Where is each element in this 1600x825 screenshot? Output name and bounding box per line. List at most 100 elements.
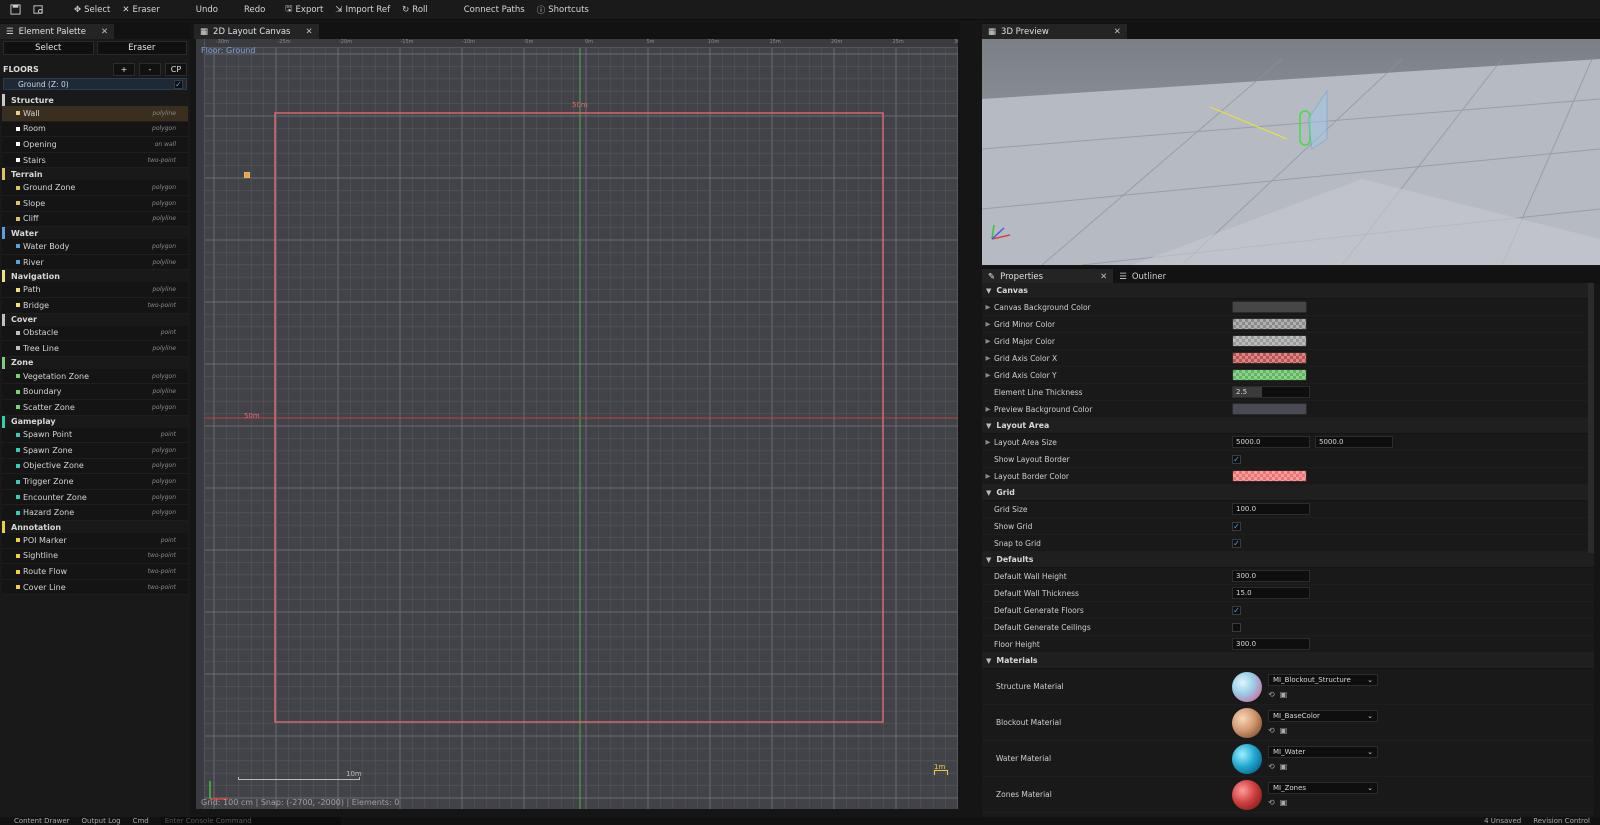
roll-button[interactable]: ↻ Roll [396,0,434,20]
expand-icon[interactable]: ▶ [982,438,994,446]
section-layout-area[interactable]: ▼ Layout Area [982,418,1594,434]
tab-element-palette[interactable]: ☰ Element Palette ✕ [0,24,115,39]
palette-item-water-body[interactable]: Water Body polygon [2,239,188,255]
palette-eraser-button[interactable]: Eraser [96,41,187,55]
expand-icon[interactable]: ▶ [982,320,994,328]
export-button[interactable]: 🖫 Export [279,0,329,20]
properties-scrollbar[interactable] [1588,283,1594,553]
palette-item-river[interactable]: River polyline [2,254,188,271]
expand-icon[interactable]: ▶ [982,303,994,311]
reset-icon[interactable]: ⟲ [1268,798,1275,807]
color-swatch[interactable] [1232,369,1307,381]
tab-3d-preview[interactable]: ▦ 3D Preview ✕ [982,24,1127,39]
redo-button[interactable]: Redo [238,0,271,20]
revision-control-button[interactable]: Revision Control [1533,817,1590,825]
palette-item-scatter-zone[interactable]: Scatter Zone polygon [2,399,188,416]
number-input-y[interactable]: 5000.0 [1315,436,1393,448]
copy-floor-button[interactable]: CP [165,63,187,76]
material-dropdown[interactable]: MI_BaseColor ⌄ [1268,710,1378,722]
section-materials[interactable]: ▼ Materials [982,653,1594,669]
material-thumbnail[interactable] [1232,671,1262,702]
reset-icon[interactable]: ⟲ [1268,762,1275,771]
checkbox[interactable]: ✓ [1232,605,1241,615]
content-drawer-button[interactable]: Content Drawer [14,817,70,825]
palette-item-spawn-zone[interactable]: Spawn Zone polygon [2,443,188,459]
palette-item-room[interactable]: Room polygon [2,121,188,138]
remove-floor-button[interactable]: - [139,63,161,76]
console-input[interactable]: Enter Console Command [160,817,341,825]
layout-canvas[interactable]: -30m -25m -20m -15m -10m -5m 0m 5m 10m 15m 20m 25m 3… [196,39,958,809]
floor-row-ground[interactable]: Ground (Z: 0) ✓ [3,78,187,90]
palette-item-wall[interactable]: Wall polyline [2,106,188,122]
expand-icon[interactable]: ▶ [982,354,994,362]
browse-icon[interactable]: ▣ [1280,762,1288,771]
palette-item-sightline[interactable]: Sightline two-point [2,548,188,565]
palette-item-opening[interactable]: Opening on wall [2,137,188,153]
save-icon[interactable] [0,0,27,20]
close-icon[interactable]: ✕ [101,27,108,37]
palette-item-spawn-point[interactable]: Spawn Point point [2,427,188,444]
checkbox[interactable]: ✓ [1232,521,1241,531]
palette-item-encounter-zone[interactable]: Encounter Zone polygon [2,489,188,506]
palette-item-trigger-zone[interactable]: Trigger Zone polygon [2,474,188,490]
number-input-x[interactable]: 5000.0 [1232,436,1310,448]
expand-icon[interactable]: ▶ [982,472,994,480]
color-swatch[interactable] [1232,470,1307,482]
number-input[interactable]: 100.0 [1232,503,1310,515]
palette-item-objective-zone[interactable]: Objective Zone polygon [2,458,188,475]
import-ref-button[interactable]: ⇲ Import Ref [329,0,396,20]
tab-properties[interactable]: ✎ Properties ✕ [982,269,1114,284]
material-thumbnail[interactable] [1232,707,1262,738]
select-tool-button[interactable]: ✥ Select [68,0,116,20]
color-swatch[interactable] [1232,403,1307,415]
checkbox[interactable]: ✓ [1232,538,1241,548]
color-swatch[interactable] [1232,301,1307,313]
palette-item-slope[interactable]: Slope polygon [2,195,188,212]
eraser-tool-button[interactable]: ✕ Eraser [116,0,165,20]
number-input[interactable]: 300.0 [1232,638,1310,650]
spawn-point-marker[interactable] [244,172,250,178]
color-swatch[interactable] [1232,352,1307,364]
expand-icon[interactable]: ▶ [982,405,994,413]
palette-item-hazard-zone[interactable]: Hazard Zone polygon [2,505,188,522]
palette-item-bridge[interactable]: Bridge two-point [2,297,188,314]
connect-paths-button[interactable]: Connect Paths [458,0,531,20]
expand-icon[interactable]: ▶ [982,371,994,379]
palette-select-button[interactable]: Select [3,41,94,55]
palette-item-poi-marker[interactable]: POI Marker point [2,533,188,549]
unsaved-indicator[interactable]: 4 Unsaved [1484,817,1521,825]
material-thumbnail[interactable] [1232,779,1262,810]
browse-icon[interactable]: ▣ [1280,690,1288,699]
palette-item-vegetation-zone[interactable]: Vegetation Zone polygon [2,368,188,385]
checkbox[interactable]: ✓ [1232,454,1241,464]
browse-icon[interactable]: ▣ [1280,798,1288,807]
expand-icon[interactable]: ▶ [982,337,994,345]
palette-item-cliff[interactable]: Cliff polyline [2,211,188,228]
palette-item-ground-zone[interactable]: Ground Zone polygon [2,180,188,196]
material-thumbnail[interactable] [1232,743,1262,774]
reset-icon[interactable]: ⟲ [1268,690,1275,699]
palette-item-stairs[interactable]: Stairs two-point [2,152,188,169]
tab-2d-layout-canvas[interactable]: ▦ 2D Layout Canvas ✕ [194,24,319,39]
palette-item-route-flow[interactable]: Route Flow two-point [2,564,188,580]
add-floor-button[interactable]: + [113,63,135,76]
close-icon[interactable]: ✕ [305,27,312,37]
floor-visible-checkbox[interactable]: ✓ [174,80,183,89]
undo-button[interactable]: Undo [190,0,224,20]
palette-item-obstacle[interactable]: Obstacle point [2,325,188,342]
close-icon[interactable]: ✕ [1100,272,1107,282]
palette-item-boundary[interactable]: Boundary polyline [2,384,188,400]
palette-item-tree-line[interactable]: Tree Line polyline [2,341,188,357]
number-input[interactable]: 300.0 [1232,570,1310,582]
shortcuts-button[interactable]: ⓘ Shortcuts [531,0,595,20]
section-grid[interactable]: ▼ Grid [982,485,1594,501]
reset-icon[interactable]: ⟲ [1268,726,1275,735]
number-input[interactable]: 15.0 [1232,587,1310,599]
section-defaults[interactable]: ▼ Defaults [982,552,1594,568]
color-swatch[interactable] [1232,335,1307,347]
browse-icon[interactable]: ▣ [1280,726,1288,735]
tab-outliner[interactable]: ☰ Outliner [1113,269,1172,284]
palette-item-cover-line[interactable]: Cover Line two-point [2,579,188,596]
browse-icon[interactable] [27,0,50,20]
material-dropdown[interactable]: MI_Water ⌄ [1268,746,1378,758]
